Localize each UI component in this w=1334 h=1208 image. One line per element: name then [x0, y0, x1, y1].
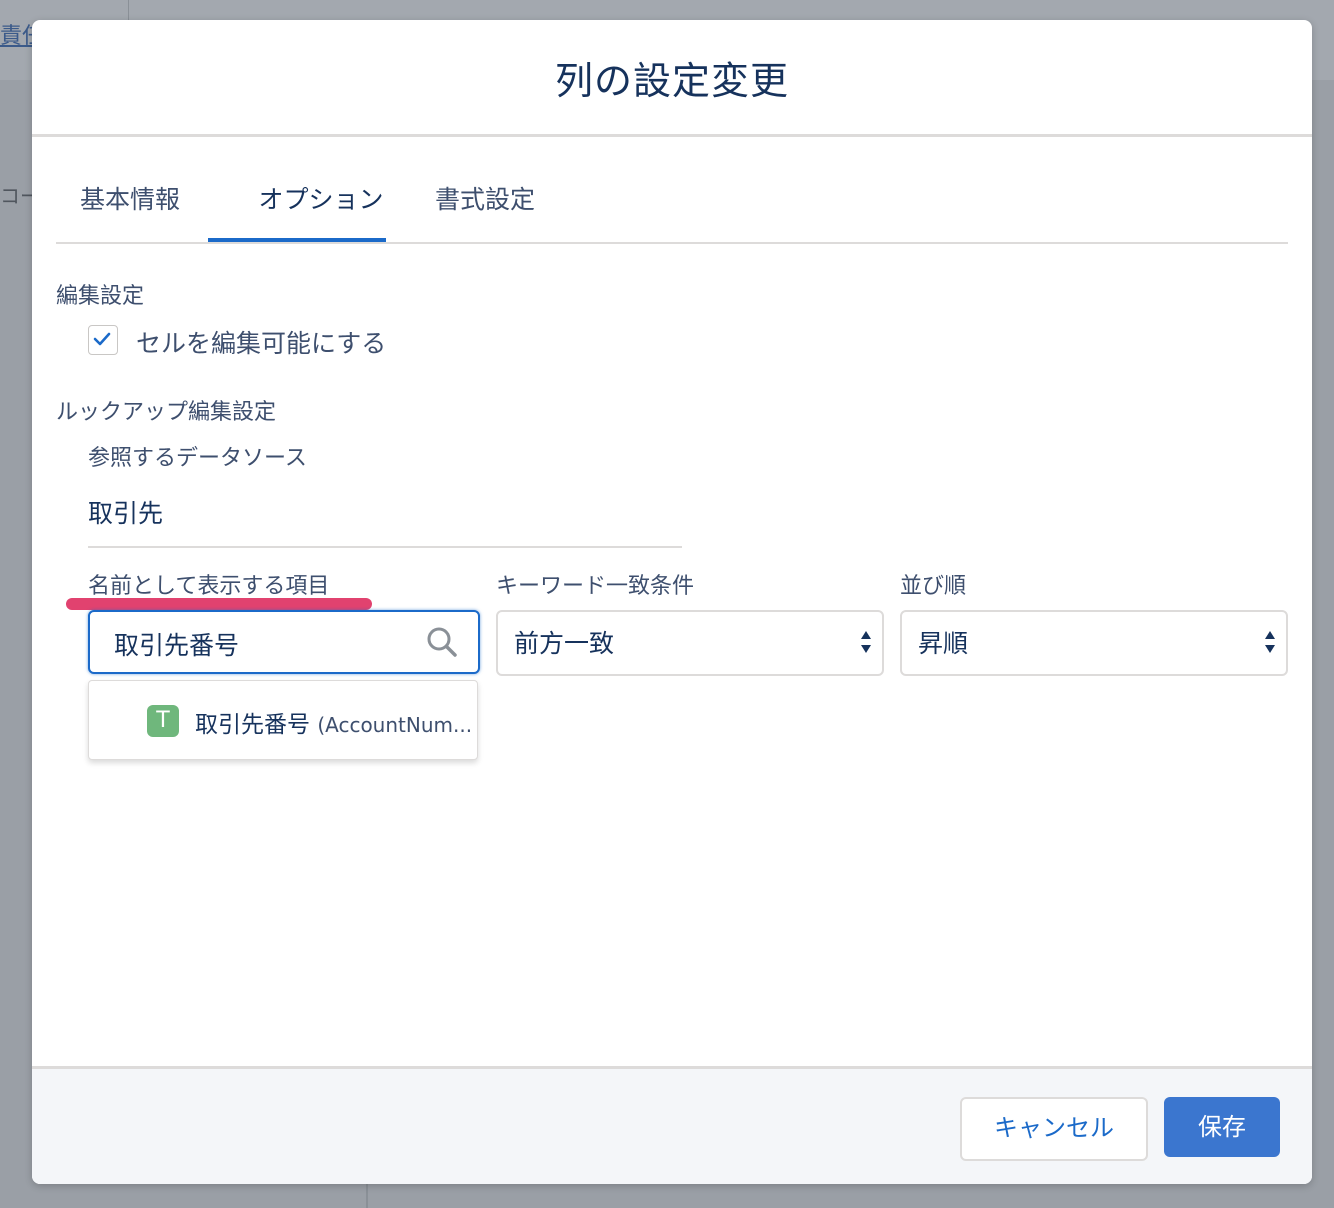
modal-footer: キャンセル 保存 [32, 1066, 1312, 1184]
option-api-name: (AccountNum... [317, 713, 473, 737]
checkmark-icon [93, 332, 111, 346]
option-label[interactable]: 取引先番号 (AccountNum... [195, 705, 472, 739]
select-arrows-icon [1265, 631, 1275, 653]
search-icon[interactable] [426, 626, 458, 658]
search-input-value: 取引先番号 [114, 631, 240, 660]
option-field-name: 取引先番号 [195, 712, 310, 738]
tab-basic-info[interactable]: 基本情報 [80, 160, 180, 240]
save-button[interactable]: 保存 [1164, 1097, 1280, 1157]
name-field-label: 名前として表示する項目 [88, 574, 330, 599]
tab-options[interactable]: オプション [232, 160, 410, 240]
sort-order-label: 並び順 [900, 574, 967, 599]
match-condition-select[interactable]: 前方一致 [496, 610, 884, 676]
sort-order-value: 昇順 [918, 629, 969, 658]
match-condition-label: キーワード一致条件 [496, 574, 695, 599]
datasource-label: 参照するデータソース [88, 446, 307, 471]
modal-title: 列の設定変更 [554, 58, 789, 103]
text-field-type-icon: T [147, 705, 179, 737]
datasource-divider [88, 546, 682, 548]
select-arrows-icon [861, 631, 871, 653]
background-column-divider [366, 1180, 368, 1208]
sort-order-select[interactable]: 昇順 [900, 610, 1288, 676]
tab-bar: 基本情報 オプション 書式設定 [56, 160, 1288, 244]
editable-cell-label[interactable]: セルを編集可能にする [136, 324, 386, 360]
column-settings-modal: 列の設定変更 基本情報 オプション 書式設定 編集設定 セルを編集可能にする ル… [32, 20, 1312, 1184]
cancel-button[interactable]: キャンセル [960, 1097, 1148, 1161]
active-tab-indicator [208, 238, 386, 242]
lookup-settings-heading: ルックアップ編集設定 [56, 400, 277, 425]
edit-settings-heading: 編集設定 [56, 284, 145, 309]
modal-header: 列の設定変更 [32, 20, 1312, 137]
tab-format[interactable]: 書式設定 [410, 160, 560, 240]
datasource-value: 取引先 [88, 499, 164, 528]
name-field-search-input[interactable]: 取引先番号 [88, 610, 480, 674]
match-condition-value: 前方一致 [514, 629, 615, 658]
editable-cell-checkbox[interactable] [88, 325, 118, 355]
search-results-dropdown: T 取引先番号 (AccountNum... [88, 680, 478, 760]
